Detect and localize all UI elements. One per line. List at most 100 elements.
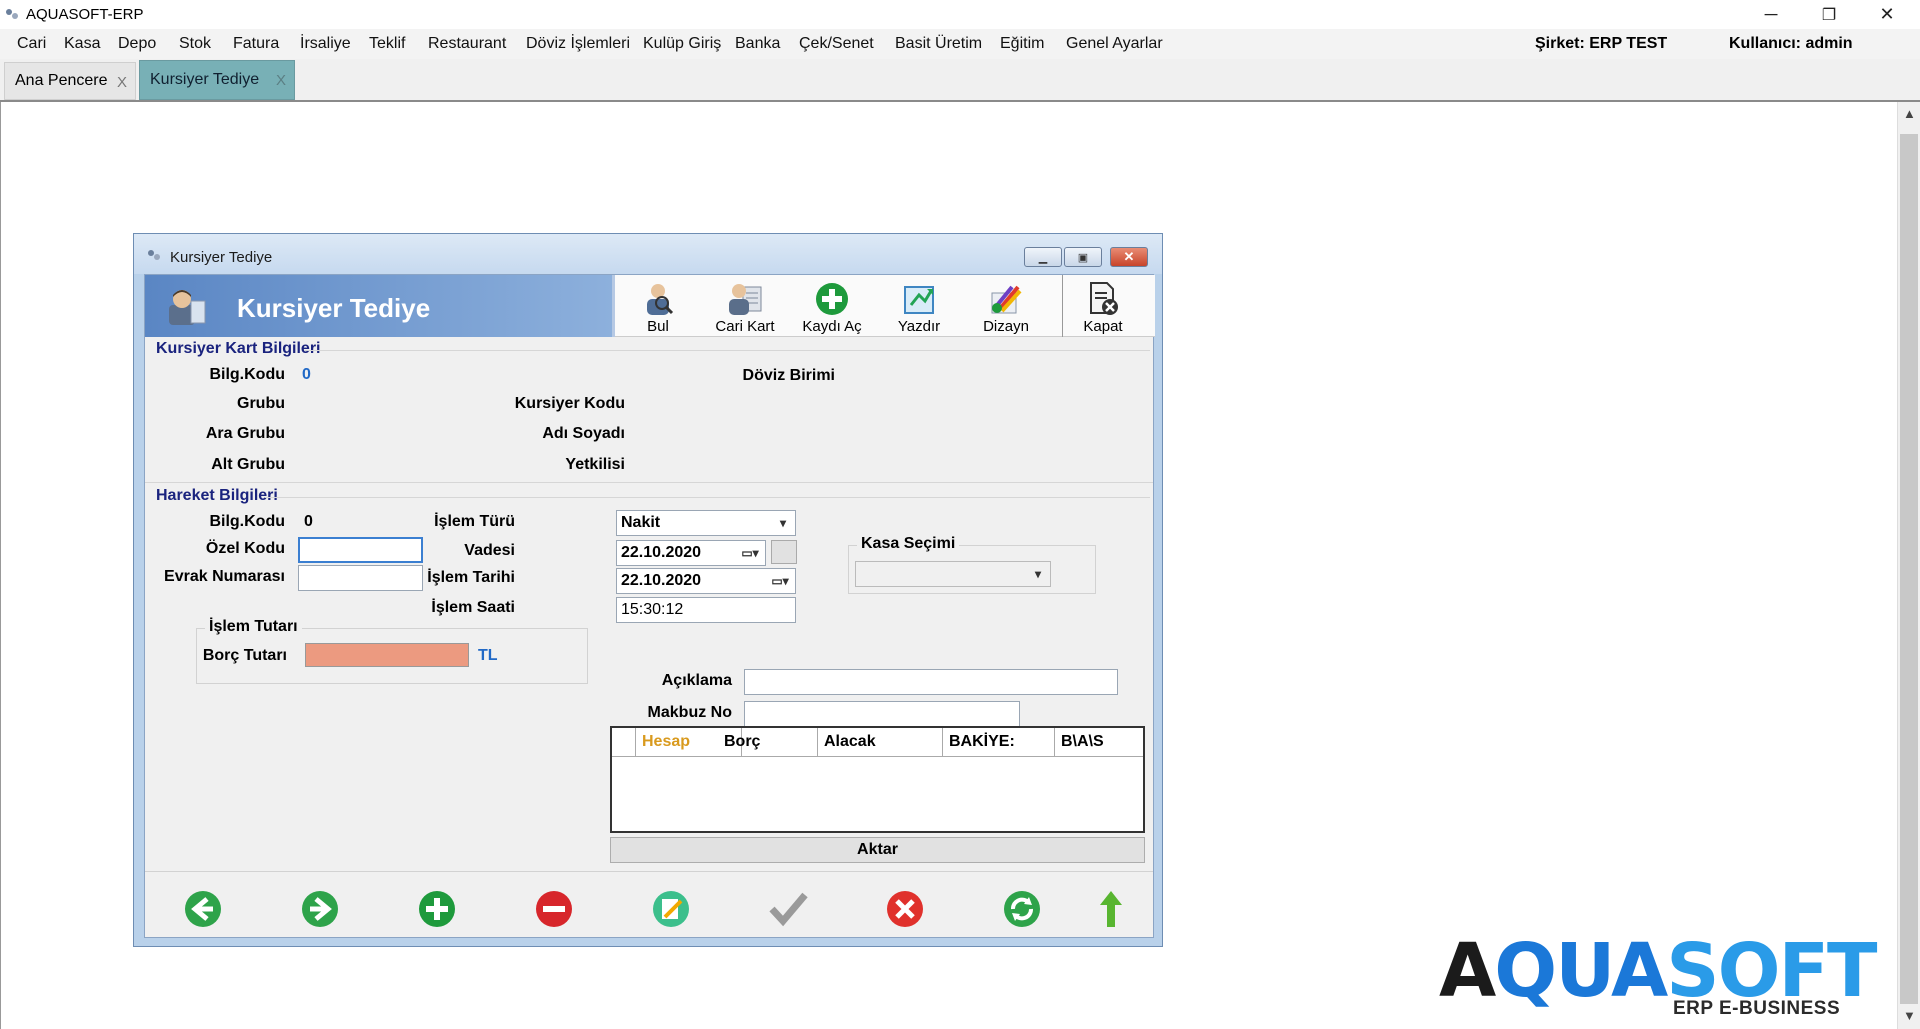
tab-close-icon[interactable]: X <box>276 72 286 89</box>
design-pencils-icon <box>991 285 1022 314</box>
scroll-up-icon[interactable]: ▲ <box>1903 106 1916 121</box>
window-close-button[interactable]: ✕ <box>1110 247 1148 267</box>
cancel-icon[interactable] <box>885 889 925 929</box>
close-button[interactable]: ✕ <box>1858 0 1916 29</box>
aquasoft-logo: AQUASOFT ERP E-BUSINESS <box>1439 934 1878 1019</box>
cash-selection-group: Kasa Seçimi ▾ <box>848 535 1096 594</box>
print-button[interactable]: Yazdır <box>879 275 959 337</box>
due-date-value: 22.10.2020 <box>621 544 702 561</box>
cash-selection-select[interactable]: ▾ <box>855 561 1051 587</box>
grid-col-alacak[interactable]: Alacak <box>818 728 943 757</box>
section-divider <box>305 350 1150 351</box>
scroll-thumb[interactable] <box>1900 134 1918 1004</box>
confirm-icon[interactable] <box>768 889 808 929</box>
menu-basit-uretim[interactable]: Basit Üretim <box>895 35 982 53</box>
menu-kulup-giris[interactable]: Kulüp Giriş <box>643 35 721 53</box>
find-button[interactable]: Bul <box>618 275 698 337</box>
due-date-picker[interactable]: 22.10.2020 ▭▾ <box>616 540 766 566</box>
previous-record-icon[interactable] <box>183 889 223 929</box>
minimize-button[interactable]: ─ <box>1742 0 1800 29</box>
transaction-type-select[interactable]: Nakit ▾ <box>616 510 796 536</box>
tab-close-icon[interactable]: X <box>117 74 127 91</box>
due-date-extra-button[interactable] <box>771 540 797 564</box>
transaction-time-input[interactable]: 15:30:12 <box>616 597 796 623</box>
vertical-scrollbar[interactable]: ▲ ▼ <box>1897 102 1920 1029</box>
close-form-button[interactable]: Kapat <box>1063 275 1143 337</box>
trainee-code-label: Kursiyer Kodu <box>514 395 625 412</box>
account-card-button[interactable]: Cari Kart <box>705 275 785 337</box>
movement-bilg-kodu-value: 0 <box>304 513 313 530</box>
menu-egitim[interactable]: Eğitim <box>1000 35 1044 53</box>
window-title: Kursiyer Tediye <box>170 249 273 266</box>
window-title-bar: Kursiyer Tediye ▁ ▣ ✕ <box>134 234 1162 274</box>
grid-col-bas[interactable]: B\A\S <box>1055 728 1143 757</box>
search-person-icon <box>647 284 674 315</box>
grid-col-borc[interactable]: Borç <box>718 728 818 757</box>
section-divider <box>145 482 1153 483</box>
window-maximize-button[interactable]: ▣ <box>1064 247 1102 267</box>
menu-cek-senet[interactable]: Çek/Senet <box>799 35 874 53</box>
menu-genel-ayarlar[interactable]: Genel Ayarlar <box>1066 35 1163 53</box>
tab-label: Kursiyer Tediye <box>150 71 260 88</box>
menu-doviz-islemleri[interactable]: Döviz İşlemleri <box>526 35 630 53</box>
grid-row-indicator <box>612 728 636 757</box>
menu-teklif[interactable]: Teklif <box>369 35 405 53</box>
menu-depo[interactable]: Depo <box>118 35 156 53</box>
account-grid[interactable]: Hesap Borç Alacak BAKİYE: B\A\S <box>610 726 1145 833</box>
amount-group: İşlem Tutarı Borç Tutarı TL <box>196 618 588 684</box>
window-minimize-button[interactable]: ▁ <box>1024 247 1062 267</box>
description-input[interactable] <box>744 669 1118 695</box>
transaction-type-value: Nakit <box>621 514 661 531</box>
menu-stok[interactable]: Stok <box>179 35 211 53</box>
grid-col-bakiye[interactable]: BAKİYE: <box>943 728 1055 757</box>
full-name-label: Adı Soyadı <box>542 425 625 442</box>
tab-kursiyer-tediye[interactable]: Kursiyer Tediye X <box>139 60 295 100</box>
form-body: Kursiyer Tediye Bul Cari Kart Kaydı Aç Y… <box>144 274 1155 938</box>
mid-group-label: Ara Grubu <box>205 425 285 442</box>
window-icon <box>148 250 160 260</box>
up-arrow-icon[interactable] <box>1091 889 1131 929</box>
edit-record-icon[interactable] <box>651 889 691 929</box>
receipt-no-input[interactable] <box>744 701 1020 727</box>
transaction-date-value: 22.10.2020 <box>621 572 702 589</box>
account-card-icon <box>729 284 762 315</box>
delete-record-icon[interactable] <box>534 889 574 929</box>
transaction-date-picker[interactable]: 22.10.2020 ▭▾ <box>616 568 796 594</box>
menu-irsaliye[interactable]: İrsaliye <box>300 35 351 53</box>
menu-cari[interactable]: Cari <box>17 35 46 53</box>
chevron-down-icon[interactable]: ▾ <box>1026 562 1050 586</box>
restore-button[interactable]: ❐ <box>1800 0 1858 29</box>
menu-fatura[interactable]: Fatura <box>233 35 279 53</box>
scroll-down-icon[interactable]: ▼ <box>1903 1008 1916 1023</box>
close-document-icon <box>1090 282 1118 315</box>
transaction-type-label: İşlem Türü <box>434 513 515 530</box>
cash-selection-title: Kasa Seçimi <box>857 535 960 553</box>
company-label: Şirket: ERP TEST <box>1535 35 1668 52</box>
menu-restaurant[interactable]: Restaurant <box>428 35 506 53</box>
calendar-dropdown-icon[interactable]: ▭▾ <box>735 541 765 565</box>
menu-banka[interactable]: Banka <box>735 35 780 53</box>
chevron-down-icon[interactable]: ▾ <box>771 511 795 535</box>
refresh-icon[interactable] <box>1002 889 1042 929</box>
open-record-button[interactable]: Kaydı Aç <box>792 275 872 337</box>
open-record-label: Kaydı Aç <box>802 318 862 335</box>
close-form-label: Kapat <box>1083 318 1123 335</box>
calendar-dropdown-icon[interactable]: ▭▾ <box>765 569 795 593</box>
debit-amount-input[interactable] <box>305 643 469 667</box>
menu-kasa[interactable]: Kasa <box>64 35 100 53</box>
transfer-button[interactable]: Aktar <box>610 837 1145 863</box>
design-button[interactable]: Dizayn <box>966 275 1046 337</box>
tab-ana-pencere[interactable]: Ana Pencere X <box>4 62 136 100</box>
add-record-icon[interactable] <box>417 889 457 929</box>
add-circle-icon <box>816 283 848 315</box>
currency-label: Döviz Birimi <box>742 367 835 384</box>
card-bilg-kodu-label: Bilg.Kodu <box>209 366 285 383</box>
tab-label: Ana Pencere <box>15 72 108 89</box>
special-code-label: Özel Kodu <box>205 540 285 557</box>
currency-unit: TL <box>478 647 498 664</box>
print-label: Yazdır <box>897 318 941 335</box>
receipt-no-label: Makbuz No <box>647 704 732 721</box>
logo-wordmark: AQUASOFT <box>1439 928 1878 1014</box>
grid-header: Hesap Borç Alacak BAKİYE: B\A\S <box>612 728 1143 757</box>
next-record-icon[interactable] <box>300 889 340 929</box>
